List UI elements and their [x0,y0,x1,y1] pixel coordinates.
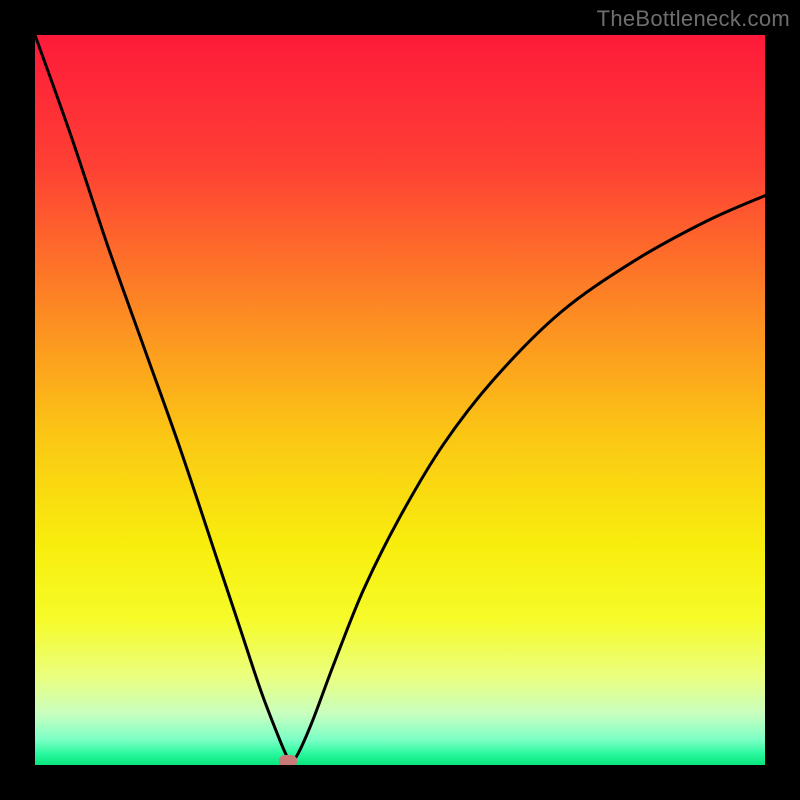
bottleneck-curve [35,35,765,765]
chart-frame: TheBottleneck.com [0,0,800,800]
watermark-text: TheBottleneck.com [597,6,790,32]
min-marker [279,755,297,765]
plot-area [35,35,765,765]
